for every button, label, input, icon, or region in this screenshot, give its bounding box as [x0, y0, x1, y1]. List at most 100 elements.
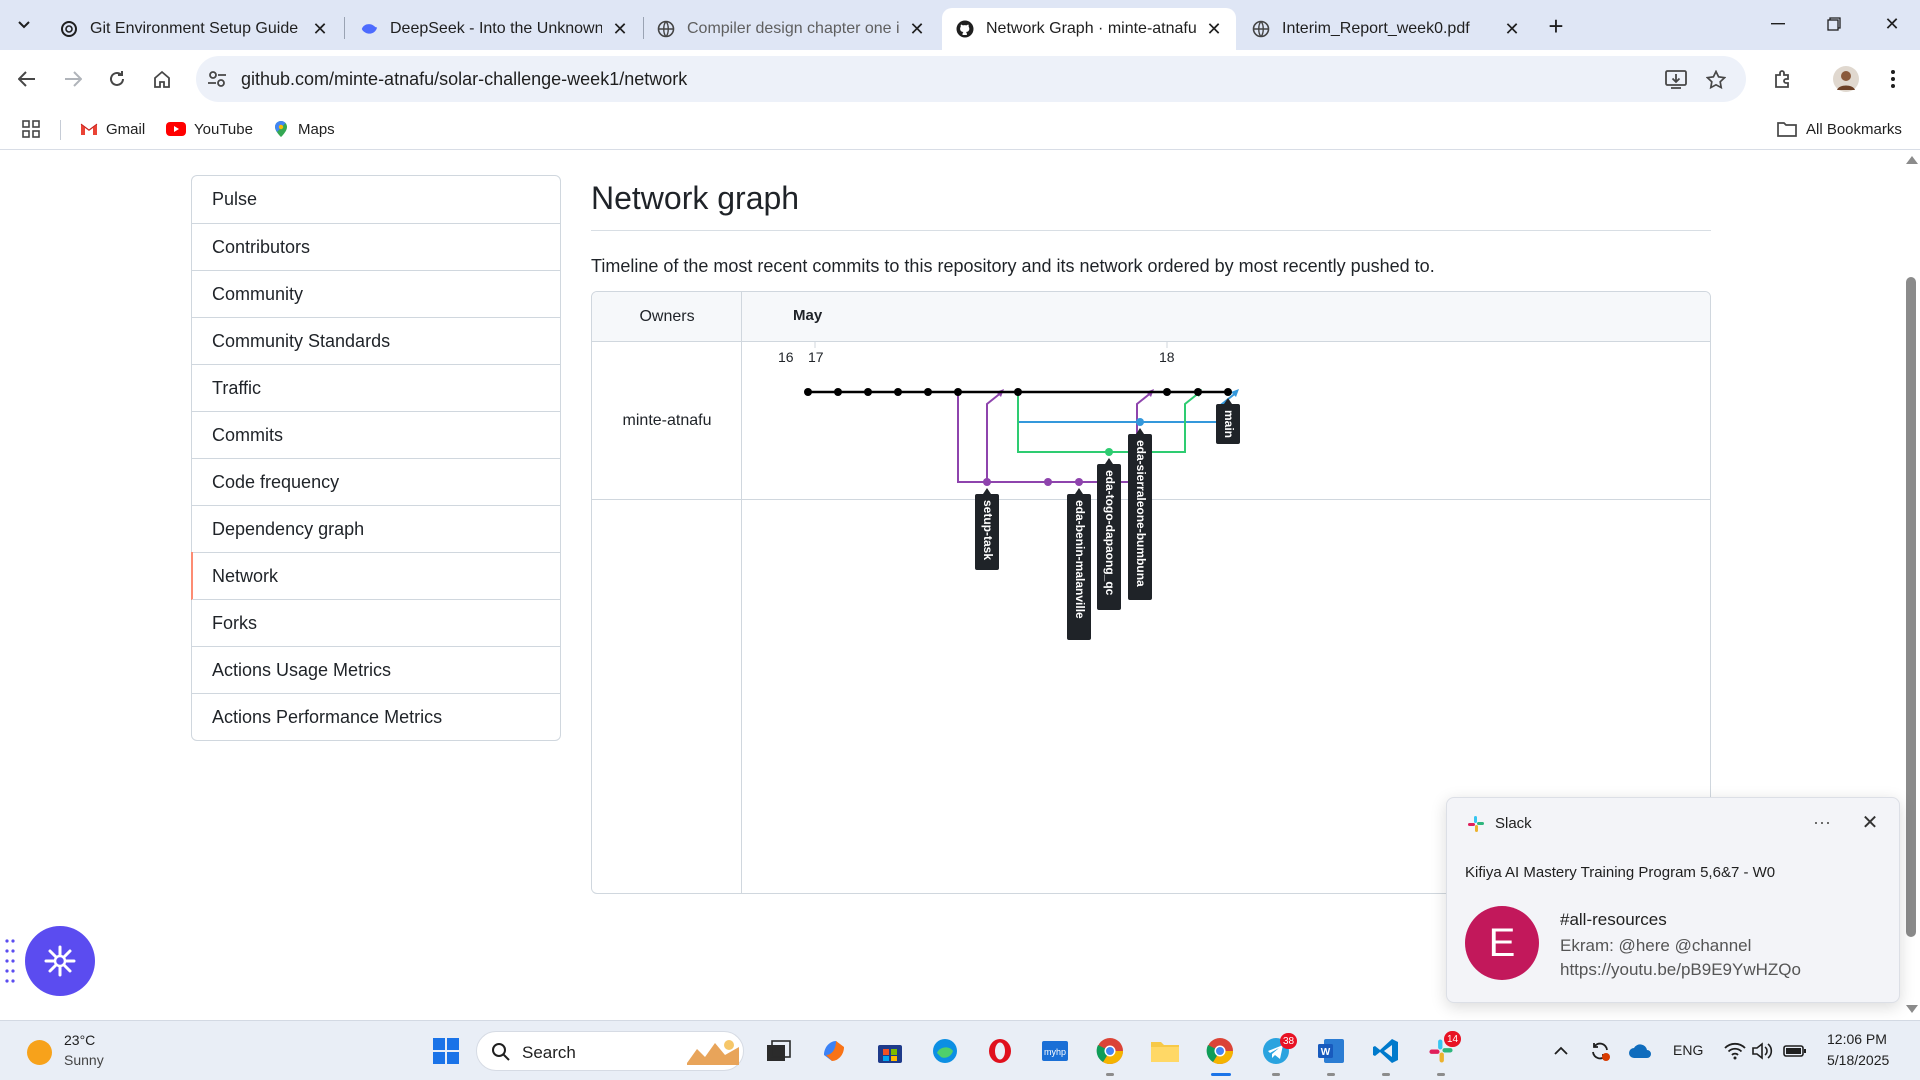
- commit-dot[interactable]: [894, 388, 902, 396]
- volume-button[interactable]: [1746, 1034, 1780, 1068]
- word-button[interactable]: W: [1314, 1034, 1348, 1068]
- close-icon[interactable]: ✕: [1502, 19, 1522, 39]
- battery-button[interactable]: [1778, 1034, 1812, 1068]
- onedrive-button[interactable]: [1623, 1034, 1657, 1068]
- restore-button[interactable]: [1806, 6, 1862, 42]
- more-options-button[interactable]: ···: [1807, 810, 1837, 834]
- reload-button[interactable]: [101, 63, 133, 95]
- back-button[interactable]: [11, 63, 43, 95]
- commit-dot[interactable]: [1075, 478, 1083, 486]
- search-label: Search: [522, 1043, 576, 1062]
- slack-notification[interactable]: Slack ··· ✕ Kifiya AI Mastery Training P…: [1446, 797, 1900, 1003]
- insights-sidebar: Pulse Contributors Community Community S…: [191, 175, 561, 741]
- bookmark-star-icon[interactable]: [1704, 68, 1728, 92]
- branch-label-eda-sierraleone-bumbuna[interactable]: eda-sierraleone-bumbuna: [1128, 428, 1152, 600]
- commit-dot[interactable]: [1014, 388, 1022, 396]
- scroll-down-icon[interactable]: [1906, 1005, 1918, 1013]
- commit-dot[interactable]: [864, 388, 872, 396]
- sidebar-item-forks[interactable]: Forks: [192, 599, 560, 646]
- commit-dot[interactable]: [804, 388, 812, 396]
- tab-git-environment[interactable]: Git Environment Setup Guide ✕: [46, 8, 342, 50]
- sidebar-item-commits[interactable]: Commits: [192, 411, 560, 458]
- close-icon[interactable]: ✕: [610, 19, 630, 39]
- slack-icon: [1468, 816, 1484, 832]
- file-explorer-button[interactable]: [1148, 1034, 1182, 1068]
- drag-handle-icon[interactable]: [5, 938, 15, 986]
- show-hidden-icons-button[interactable]: [1544, 1034, 1578, 1068]
- clock-date[interactable]: 5/18/2025: [1827, 1052, 1889, 1068]
- close-icon[interactable]: ✕: [907, 19, 927, 39]
- page-scrollbar[interactable]: [1902, 150, 1920, 1020]
- bookmark-youtube[interactable]: YouTube: [166, 116, 253, 142]
- commit-dot[interactable]: [1105, 448, 1113, 456]
- start-button[interactable]: [429, 1034, 463, 1068]
- tab-deepseek[interactable]: DeepSeek - Into the Unknown ✕: [346, 8, 642, 50]
- assistant-button[interactable]: [25, 926, 95, 996]
- commit-dot[interactable]: [1194, 388, 1202, 396]
- url-text[interactable]: github.com/minte-atnafu/solar-challenge-…: [241, 69, 687, 90]
- sidebar-item-network[interactable]: Network: [191, 552, 560, 600]
- running-indicator: [1272, 1073, 1280, 1076]
- home-button[interactable]: [146, 63, 178, 95]
- bookmark-gmail[interactable]: Gmail: [80, 116, 145, 142]
- sidebar-item-contributors[interactable]: Contributors: [192, 223, 560, 270]
- apps-button[interactable]: [22, 116, 40, 142]
- close-notification-button[interactable]: ✕: [1855, 810, 1885, 834]
- menu-button[interactable]: [1877, 63, 1909, 95]
- branch-label-main[interactable]: main: [1216, 398, 1240, 444]
- commit-dot[interactable]: [924, 388, 932, 396]
- clock-time[interactable]: 12:06 PM: [1827, 1031, 1887, 1047]
- opera-button[interactable]: [983, 1034, 1017, 1068]
- bookmark-maps[interactable]: Maps: [272, 116, 335, 142]
- install-app-icon[interactable]: [1664, 68, 1688, 92]
- chrome-button[interactable]: [1203, 1034, 1237, 1068]
- scrollbar-thumb[interactable]: [1906, 277, 1916, 937]
- sidebar-item-traffic[interactable]: Traffic: [192, 364, 560, 411]
- profile-button[interactable]: [1830, 63, 1862, 95]
- site-info-icon[interactable]: [206, 68, 228, 90]
- task-view-button[interactable]: [762, 1034, 796, 1068]
- sidebar-item-pulse[interactable]: Pulse: [192, 176, 560, 223]
- vscode-button[interactable]: [1369, 1034, 1403, 1068]
- tab-network-graph[interactable]: Network Graph · minte-atnafu/s ✕: [942, 8, 1236, 50]
- sidebar-item-community[interactable]: Community: [192, 270, 560, 317]
- close-window-button[interactable]: ✕: [1864, 6, 1920, 42]
- tab-search-button[interactable]: [10, 12, 38, 38]
- sidebar-item-code-frequency[interactable]: Code frequency: [192, 458, 560, 505]
- sidebar-item-dependency-graph[interactable]: Dependency graph: [192, 505, 560, 552]
- forward-button[interactable]: [57, 63, 89, 95]
- commit-dot[interactable]: [1163, 388, 1171, 396]
- commit-dot[interactable]: [1136, 418, 1144, 426]
- scroll-up-icon[interactable]: [1906, 156, 1918, 164]
- copilot-button[interactable]: [817, 1034, 851, 1068]
- branch-label-setup-task[interactable]: setup-task: [975, 488, 999, 570]
- all-bookmarks-button[interactable]: All Bookmarks: [1776, 116, 1902, 142]
- myhp-button[interactable]: myhp: [1038, 1034, 1072, 1068]
- sidebar-item-actions-performance-metrics[interactable]: Actions Performance Metrics: [192, 693, 560, 740]
- commit-dot[interactable]: [983, 478, 991, 486]
- minimize-button[interactable]: [1750, 6, 1806, 42]
- store-button[interactable]: [873, 1034, 907, 1068]
- commit-dot[interactable]: [1224, 388, 1232, 396]
- commit-dot[interactable]: [834, 388, 842, 396]
- commit-dot[interactable]: [954, 388, 962, 396]
- sync-status-button[interactable]: [1583, 1034, 1617, 1068]
- sidebar-item-actions-usage-metrics[interactable]: Actions Usage Metrics: [192, 646, 560, 693]
- language-indicator[interactable]: ENG: [1673, 1042, 1703, 1058]
- chrome-profile-button[interactable]: [1093, 1034, 1127, 1068]
- branch-label-eda-togo-dapaong[interactable]: eda-togo-dapaong_qc: [1097, 458, 1121, 610]
- close-icon[interactable]: ✕: [1204, 19, 1224, 39]
- sidebar-item-community-standards[interactable]: Community Standards: [192, 317, 560, 364]
- branch-label-eda-benin-malanville[interactable]: eda-benin-malanville: [1067, 488, 1091, 640]
- tab-title: Network Graph · minte-atnafu/s: [986, 20, 1196, 37]
- address-bar[interactable]: github.com/minte-atnafu/solar-challenge-…: [196, 56, 1746, 102]
- commit-dot[interactable]: [1044, 478, 1052, 486]
- new-tab-button[interactable]: +: [1540, 10, 1572, 42]
- taskbar-search[interactable]: Search: [476, 1031, 744, 1071]
- tab-compiler-design[interactable]: Compiler design chapter one in ✕: [643, 8, 939, 50]
- maps-icon: [272, 120, 290, 138]
- tab-interim-report[interactable]: Interim_Report_week0.pdf ✕: [1238, 8, 1534, 50]
- extensions-button[interactable]: [1767, 63, 1799, 95]
- close-icon[interactable]: ✕: [310, 19, 330, 39]
- edge-button[interactable]: [928, 1034, 962, 1068]
